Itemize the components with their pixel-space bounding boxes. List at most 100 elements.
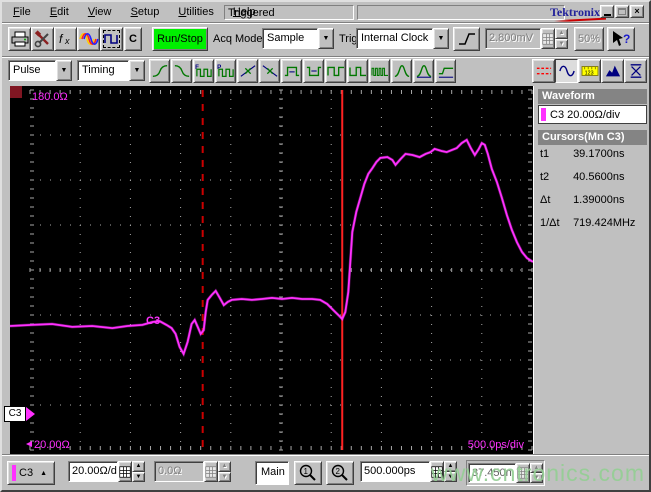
meas-positive-width-button[interactable]: [281, 59, 302, 83]
meas-cross-positive-button[interactable]: [237, 59, 258, 83]
trace-c3: [10, 138, 533, 357]
mag2-view-button[interactable]: 2: [326, 461, 354, 485]
cross-negative-icon: [262, 65, 277, 77]
meas-rise-time-button[interactable]: [149, 59, 170, 83]
chevron-up-icon: ▲: [40, 469, 47, 477]
define-math-button[interactable]: f x: [54, 27, 77, 51]
histogram-view-button[interactable]: [601, 59, 624, 83]
negative-overshoot-icon: [416, 64, 431, 78]
dropdown-icon[interactable]: ▼: [56, 60, 72, 81]
menu-view[interactable]: View: [80, 4, 120, 19]
spinner-up-icon[interactable]: ▲: [444, 461, 457, 472]
cursors-header: Cursors(Mn C3): [538, 130, 647, 145]
waveform-entry[interactable]: C3 20.00Ω/div: [538, 105, 647, 124]
horizontal-scale-value[interactable]: 500.000ps: [360, 461, 430, 482]
run-stop-button[interactable]: Run/Stop: [152, 27, 208, 51]
vertical-scale-value[interactable]: 20.00Ω/di: [68, 461, 118, 482]
readout-label: t1: [540, 148, 550, 160]
meas-class-select[interactable]: Pulse ▼: [8, 60, 72, 81]
readout-value: 1.39000ns: [573, 194, 625, 206]
meas-negative-overshoot-button[interactable]: [413, 59, 434, 83]
spinner-down-icon[interactable]: ▼: [132, 471, 145, 482]
plot-generated: [10, 89, 533, 451]
meas-period-button[interactable]: P: [215, 59, 236, 83]
meas-burst-width-button[interactable]: [369, 59, 390, 83]
svg-text:x: x: [64, 36, 70, 46]
spinner-up-icon[interactable]: ▲: [555, 28, 568, 39]
keypad-button[interactable]: [541, 28, 555, 49]
meas-negative-width-button[interactable]: [303, 59, 324, 83]
trig-source-value: Internal Clock: [356, 28, 433, 49]
channel-select-button[interactable]: C3 ▲: [7, 461, 55, 485]
trig-source-select[interactable]: Internal Clock ▼: [356, 28, 449, 49]
spinner-down-icon[interactable]: ▼: [555, 38, 568, 49]
vertical-offset-updown: ▲ ▼: [218, 461, 231, 482]
maximize-icon: [618, 8, 626, 15]
spinner-down-icon[interactable]: ▼: [218, 471, 231, 482]
dropdown-icon[interactable]: ▼: [433, 28, 449, 49]
meas-positive-overshoot-button[interactable]: [391, 59, 412, 83]
waveform-view-button[interactable]: [555, 59, 578, 83]
menu-bar: File Edit View Setup Utilities Help Trig…: [5, 4, 646, 23]
cursors-view-button[interactable]: [532, 59, 555, 83]
minimize-icon: [603, 14, 611, 16]
dropdown-icon[interactable]: ▼: [318, 28, 334, 49]
readouts-view-button[interactable]: 123: [578, 59, 601, 83]
minimize-button[interactable]: [600, 5, 614, 18]
tools-button[interactable]: [31, 27, 54, 51]
trace-handle-corner: [10, 86, 22, 98]
pulse-source-button[interactable]: [100, 27, 123, 51]
readout-row: 1/Δt 719.424MHz: [540, 217, 648, 233]
meas-fall-time-button[interactable]: [171, 59, 192, 83]
menu-setup[interactable]: Setup: [123, 4, 168, 19]
acq-mode-select[interactable]: Sample ▼: [262, 28, 334, 49]
close-button[interactable]: ×: [630, 5, 644, 18]
menu-file[interactable]: File: [5, 4, 39, 19]
menu-edit[interactable]: Edit: [42, 4, 77, 19]
keypad-button[interactable]: [118, 461, 132, 482]
context-help-button[interactable]: ?: [607, 27, 635, 51]
set-50-percent-button[interactable]: 50%: [574, 27, 604, 51]
svg-text:1: 1: [304, 467, 309, 476]
meas-category-select[interactable]: Timing ▼: [77, 60, 145, 81]
delay-icon: [438, 67, 453, 78]
vertical-top-scale-label: 180.0Ω: [32, 91, 68, 103]
waveform-database-button[interactable]: [77, 27, 100, 51]
magnifier-2-icon: 2: [331, 464, 348, 481]
mag1-view-button[interactable]: 1: [294, 461, 322, 485]
spinner-up-icon[interactable]: ▲: [132, 461, 145, 472]
readout-panel: Waveform C3 20.00Ω/div Cursors(Mn C3) t1…: [533, 86, 649, 454]
spinner-down-icon[interactable]: ▼: [530, 473, 543, 483]
bottom-scale-arrow-icon: [26, 441, 32, 447]
channel-marker-arrow-icon: [26, 407, 35, 421]
mask-view-button[interactable]: [624, 59, 647, 83]
menu-utilities[interactable]: Utilities: [170, 4, 221, 19]
meas-negative-duty-button[interactable]: [347, 59, 368, 83]
keypad-button[interactable]: [516, 463, 530, 483]
meas-delay-button[interactable]: [435, 59, 456, 83]
keypad-button[interactable]: [204, 461, 218, 482]
trig-slope-button[interactable]: [453, 27, 480, 51]
clear-button[interactable]: C: [124, 27, 142, 51]
positive-width-icon: [284, 66, 299, 77]
meas-positive-duty-button[interactable]: [325, 59, 346, 83]
meas-cross-negative-button[interactable]: [259, 59, 280, 83]
waveform-view-icon: [558, 65, 575, 77]
readout-value: 719.424MHz: [573, 217, 636, 229]
print-button[interactable]: [8, 27, 31, 51]
channel-position-marker[interactable]: C3: [4, 406, 35, 423]
magnifier-1-icon: 1: [299, 464, 316, 481]
spinner-up-icon[interactable]: ▲: [530, 463, 543, 473]
vertical-bottom-scale-label: 20.00Ω: [34, 439, 70, 451]
waveform-display[interactable]: 180.0Ω 20.00Ω 500.0ps/div C3: [10, 86, 533, 454]
vertical-offset-value[interactable]: 0.0Ω: [154, 461, 204, 482]
spinner-down-icon[interactable]: ▼: [444, 471, 457, 482]
meas-frequency-button[interactable]: F: [193, 59, 214, 83]
dropdown-icon[interactable]: ▼: [129, 60, 145, 81]
trig-level-value[interactable]: 2.800mV: [485, 28, 541, 49]
maximize-button[interactable]: [615, 5, 629, 18]
horizontal-position-value[interactable]: 37.450n: [468, 463, 516, 483]
keypad-button[interactable]: [430, 461, 444, 482]
spinner-up-icon[interactable]: ▲: [218, 461, 231, 472]
frequency-icon: F: [195, 64, 212, 77]
